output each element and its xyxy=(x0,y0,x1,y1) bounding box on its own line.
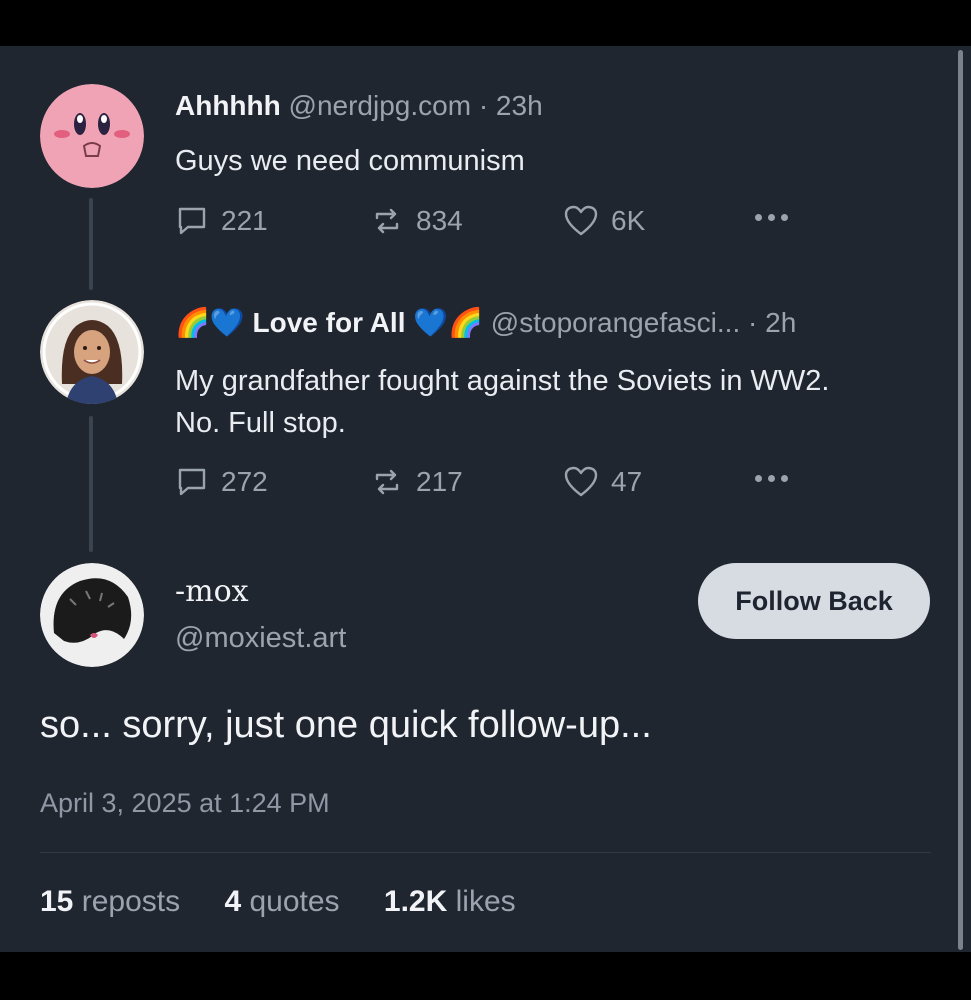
more-options-icon[interactable] xyxy=(755,214,788,221)
scrollbar[interactable] xyxy=(958,50,963,950)
heart-icon xyxy=(564,205,598,236)
woman-portrait-avatar[interactable] xyxy=(40,300,144,404)
post-actions: 221 834 6K xyxy=(175,204,815,244)
quotes-stat[interactable]: 4 quotes xyxy=(224,885,339,918)
post-timestamp: April 3, 2025 at 1:24 PM xyxy=(40,788,330,818)
repost-button[interactable]: 217 xyxy=(370,465,463,499)
reply-button[interactable]: 272 xyxy=(175,465,268,499)
like-count: 6K xyxy=(611,205,646,236)
repost-button[interactable]: 834 xyxy=(370,204,463,238)
heart-rainbow-emoji: 💙🌈 xyxy=(413,307,484,338)
display-name[interactable]: -mox xyxy=(175,574,249,609)
post-actions: 272 217 47 xyxy=(175,465,815,505)
reposts-label: reposts xyxy=(81,885,181,918)
mox-avatar[interactable] xyxy=(40,563,144,667)
like-button[interactable]: 47 xyxy=(563,465,642,499)
author-name[interactable]: Ahhhhh xyxy=(175,90,281,121)
rainbow-heart-emoji: 🌈💙 xyxy=(175,307,245,338)
author-handle[interactable]: @moxiest.art xyxy=(175,622,346,655)
reply-icon xyxy=(178,207,206,235)
post-text: so... sorry, just one quick follow-up... xyxy=(40,704,652,746)
kirby-avatar[interactable] xyxy=(40,84,144,188)
engagement-stats: 15 reposts 4 quotes 1.2K likes xyxy=(40,885,552,919)
divider xyxy=(40,852,931,853)
repost-count: 834 xyxy=(416,205,463,236)
reply-icon xyxy=(178,468,206,496)
repost-icon xyxy=(375,208,399,234)
author-handle[interactable]: @nerdjpg.com · 23h xyxy=(289,90,543,121)
reposts-stat[interactable]: 15 reposts xyxy=(40,885,180,918)
post-text: My grandfather fought against the Soviet… xyxy=(175,365,830,439)
reply-count: 272 xyxy=(221,466,268,497)
heart-icon xyxy=(564,466,598,497)
post-header: 🌈💙 Love for All 💙🌈 @stoporangefasci... ·… xyxy=(175,306,796,339)
quotes-count: 4 xyxy=(224,885,242,918)
reposts-count: 15 xyxy=(40,885,74,918)
repost-icon xyxy=(375,469,399,495)
more-options-icon[interactable] xyxy=(755,475,788,482)
thread-connector xyxy=(89,416,93,552)
reply-count: 221 xyxy=(221,205,268,236)
like-count: 47 xyxy=(611,466,643,497)
post-header: Ahhhhh @nerdjpg.com · 23h xyxy=(175,90,543,122)
likes-count: 1.2K xyxy=(383,885,448,918)
author-name[interactable]: Love for All xyxy=(253,307,406,338)
post-text: Guys we need communism xyxy=(175,145,525,177)
thread-connector xyxy=(89,198,93,290)
quotes-label: quotes xyxy=(249,885,340,918)
author-handle[interactable]: @stoporangefasci... · 2h xyxy=(491,307,796,338)
follow-back-button[interactable]: Follow Back xyxy=(698,563,930,639)
reply-button[interactable]: 221 xyxy=(175,204,268,238)
like-button[interactable]: 6K xyxy=(563,204,645,238)
likes-label: likes xyxy=(455,885,516,918)
repost-count: 217 xyxy=(416,466,463,497)
likes-stat[interactable]: 1.2K likes xyxy=(384,885,516,918)
